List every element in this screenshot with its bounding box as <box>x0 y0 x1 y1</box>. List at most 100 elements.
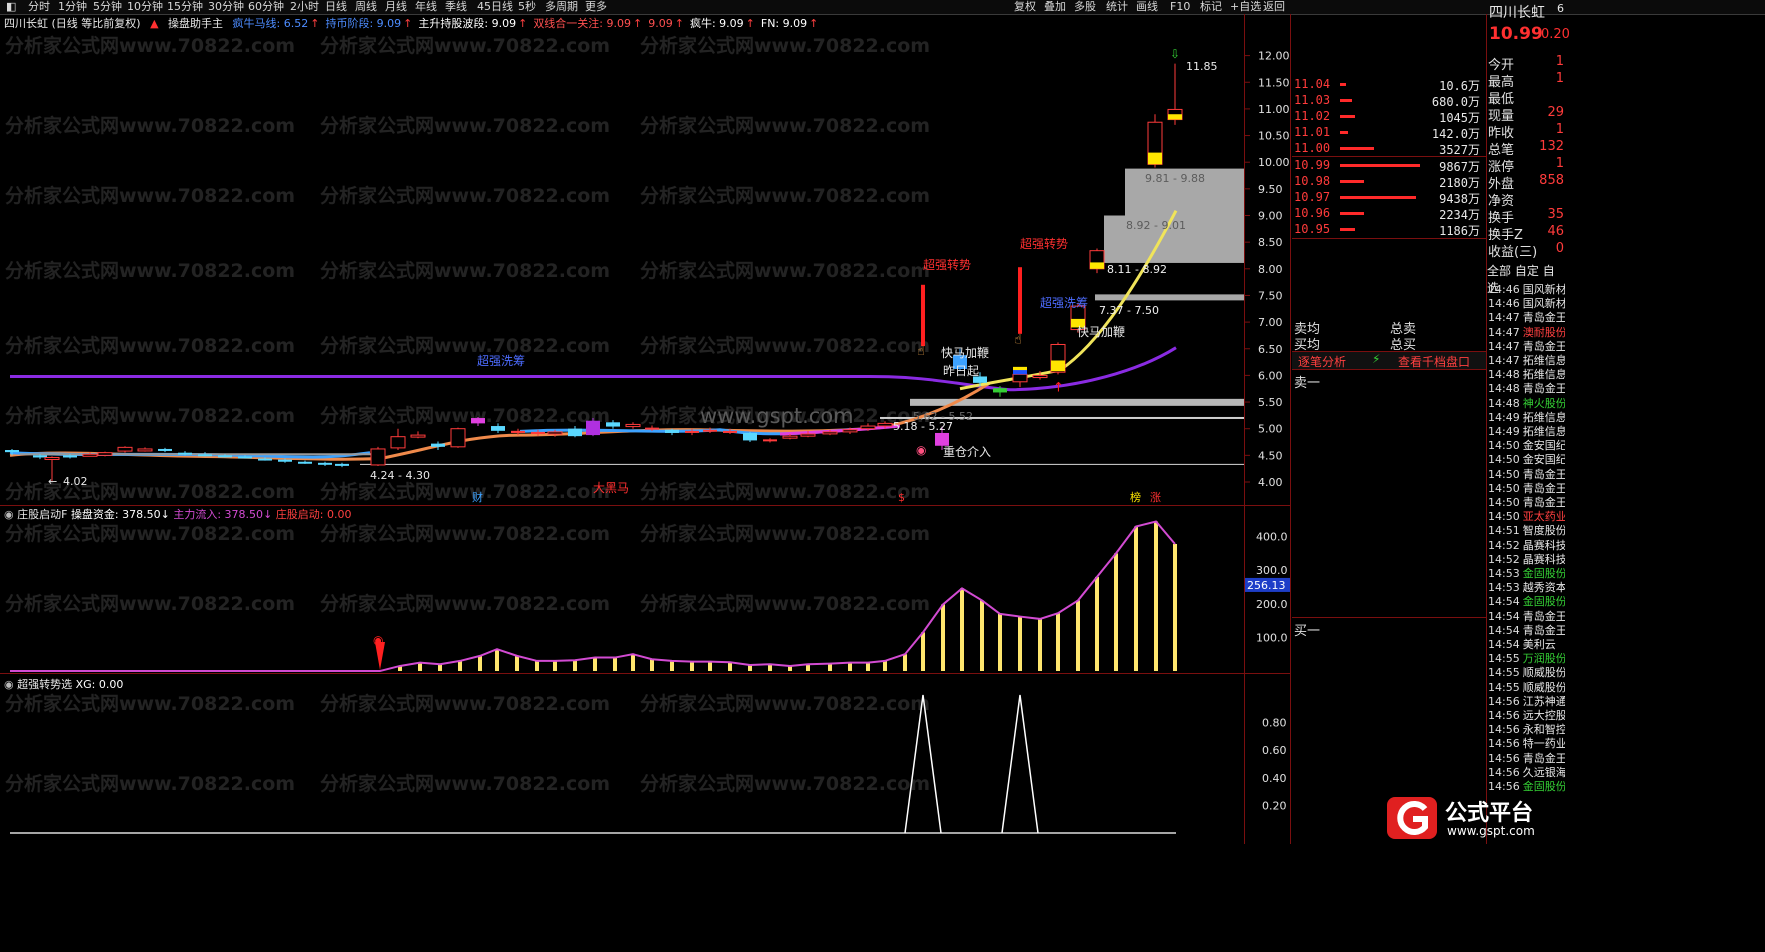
candlestick-chart[interactable]: 分析家公式网www.70822.com 分析家公式网www.70822.com 分析… <box>0 30 1290 505</box>
tape-row[interactable]: 14:56 永和智控 <box>1488 723 1565 737</box>
tape-row[interactable]: 14:56 青岛金王 <box>1488 752 1565 766</box>
tape-row[interactable]: 14:56 金固股份 <box>1488 780 1565 794</box>
tape-row[interactable]: 14:56 远大控股 <box>1488 709 1565 723</box>
candle[interactable] <box>370 446 386 467</box>
tape-row[interactable]: 14:49 拓维信息 <box>1488 425 1565 439</box>
tape-row[interactable]: 14:47 澳耐股份 <box>1488 326 1565 340</box>
period-6[interactable]: 60分钟 <box>248 0 284 14</box>
toolbar-btn-8[interactable]: 返回 <box>1263 0 1285 14</box>
fund-bar <box>438 664 442 671</box>
level-price: 11.03 <box>1294 93 1331 107</box>
tape-row[interactable]: 14:52 晶赛科技 <box>1488 539 1565 553</box>
tape-row[interactable]: 14:47 青岛金王 <box>1488 340 1565 354</box>
watermark-text: 分析家公式网www.70822.com <box>640 692 930 715</box>
buy-level[interactable]: 10.97 9438万 <box>1294 190 1484 206</box>
buy-level[interactable]: 10.96 2234万 <box>1294 206 1484 222</box>
tape-row[interactable]: 14:50 金安国纪 <box>1488 439 1565 453</box>
sell-level[interactable]: 11.02 1045万 <box>1294 109 1484 125</box>
toolbar-btn-6[interactable]: 标记 <box>1200 0 1222 14</box>
period-0[interactable]: 分时 <box>28 0 50 14</box>
period-3[interactable]: 10分钟 <box>127 0 163 14</box>
tape-row[interactable]: 14:48 拓维信息 <box>1488 368 1565 382</box>
watermark-text: 分析家公式网www.70822.com <box>640 592 930 615</box>
toolbar-btn-1[interactable]: 叠加 <box>1044 0 1066 14</box>
fund-histogram-chart[interactable]: 分析家公式网www.70822.com 分析家公式网www.70822.com 分析… <box>0 520 1290 673</box>
period-1[interactable]: 1分钟 <box>58 0 87 14</box>
buy-level[interactable]: 10.98 2180万 <box>1294 174 1484 190</box>
tape-row[interactable]: 14:52 晶赛科技 <box>1488 553 1565 567</box>
tape-row[interactable]: 14:50 青岛金王 <box>1488 482 1565 496</box>
heavy-entry-label: 重仓介入 <box>943 445 991 459</box>
tape-row[interactable]: 14:46 国风新材 <box>1488 283 1565 297</box>
tape-row[interactable]: 14:54 青岛金王 <box>1488 610 1565 624</box>
tape-row[interactable]: 14:46 国风新材 <box>1488 297 1565 311</box>
tape-row[interactable]: 14:50 青岛金王 <box>1488 496 1565 510</box>
toolbar-btn-7[interactable]: +自选 <box>1230 0 1261 14</box>
price-axis-label: 4.00 <box>1258 476 1283 489</box>
toolbar-btn-2[interactable]: 多股 <box>1074 0 1096 14</box>
buy-level[interactable]: 10.99 9867万 <box>1294 158 1484 174</box>
dark-horse-label: 大黑马 <box>593 481 629 495</box>
toolbar-btn-0[interactable]: 复权 <box>1014 0 1036 14</box>
signal-line-chart[interactable]: 分析家公式网www.70822.com 分析家公式网www.70822.com 分析… <box>0 690 1290 845</box>
period-16[interactable]: 更多 <box>585 0 607 14</box>
tape-row[interactable]: 14:51 智度股份 <box>1488 524 1565 538</box>
watermark-text: 分析家公式网www.70822.com <box>320 114 610 137</box>
candle[interactable] <box>450 427 466 448</box>
tape-row[interactable]: 14:54 金固股份 <box>1488 595 1565 609</box>
period-13[interactable]: 45日线 <box>477 0 513 14</box>
tape-row[interactable]: 14:50 亚太药业 <box>1488 510 1565 524</box>
period-8[interactable]: 日线 <box>325 0 347 14</box>
period-12[interactable]: 季线 <box>445 0 467 14</box>
toolbar-btn-5[interactable]: F10 <box>1170 0 1190 14</box>
tape-row[interactable]: 14:56 久远银海 <box>1488 766 1565 780</box>
tape-row[interactable]: 14:56 江苏神通 <box>1488 695 1565 709</box>
watermark-text: 分析家公式网www.70822.com <box>640 772 930 795</box>
period-9[interactable]: 周线 <box>355 0 377 14</box>
tape-row[interactable]: 14:54 美利云 <box>1488 638 1565 652</box>
tape-row[interactable]: 14:53 金固股份 <box>1488 567 1565 581</box>
resistance-zone <box>1095 294 1245 301</box>
tape-row[interactable]: 14:54 青岛金王 <box>1488 624 1565 638</box>
buy-level[interactable]: 10.95 1186万 <box>1294 222 1484 238</box>
tape-row[interactable]: 14:48 神火股份 <box>1488 397 1565 411</box>
tape-row[interactable]: 14:55 万润股份 <box>1488 652 1565 666</box>
view-levels-button[interactable]: 查看千档盘口 <box>1398 353 1470 370</box>
tab-all[interactable]: 全部 <box>1487 264 1511 278</box>
tape-row[interactable]: 14:47 青岛金王 <box>1488 311 1565 325</box>
tick-analysis-button[interactable]: 逐笔分析 <box>1298 353 1346 370</box>
toolbar-btn-3[interactable]: 统计 <box>1106 0 1128 14</box>
indicator-name[interactable]: 操盘助手主 <box>168 17 223 30</box>
sell-level[interactable]: 11.00 3527万 <box>1294 141 1484 157</box>
tape-row[interactable]: 14:55 顺威股份 <box>1488 681 1565 695</box>
candle[interactable] <box>586 418 600 437</box>
tape-time: 14:47 <box>1488 339 1520 353</box>
sell-level[interactable]: 11.04 10.6万 <box>1294 77 1484 93</box>
period-4[interactable]: 15分钟 <box>167 0 203 14</box>
sell-level[interactable]: 11.01 142.0万 <box>1294 125 1484 141</box>
panel-divider <box>0 673 1290 674</box>
period-14[interactable]: 5秒 <box>518 0 536 14</box>
tape-row[interactable]: 14:47 拓维信息 <box>1488 354 1565 368</box>
quote-value: 29 <box>1547 105 1564 120</box>
tab-custom[interactable]: 自定 <box>1515 264 1539 278</box>
period-15[interactable]: 多周期 <box>545 0 578 14</box>
window-icon[interactable]: ◧ <box>6 0 16 14</box>
period-11[interactable]: 年线 <box>415 0 437 14</box>
period-10[interactable]: 月线 <box>385 0 407 14</box>
period-2[interactable]: 5分钟 <box>93 0 122 14</box>
period-5[interactable]: 30分钟 <box>208 0 244 14</box>
period-7[interactable]: 2小时 <box>290 0 319 14</box>
price-axis-label: 7.00 <box>1258 316 1283 329</box>
logo-url: www.gspt.com <box>1447 824 1535 838</box>
tape-row[interactable]: 14:53 越秀资本 <box>1488 581 1565 595</box>
tape-row[interactable]: 14:49 拓维信息 <box>1488 411 1565 425</box>
tape-row[interactable]: 14:50 金安国纪 <box>1488 453 1565 467</box>
sell-level[interactable]: 11.03 680.0万 <box>1294 93 1484 109</box>
candle[interactable] <box>97 451 113 457</box>
tape-row[interactable]: 14:50 青岛金王 <box>1488 468 1565 482</box>
tape-row[interactable]: 14:55 顺威股份 <box>1488 666 1565 680</box>
tape-row[interactable]: 14:48 青岛金王 <box>1488 382 1565 396</box>
toolbar-btn-4[interactable]: 画线 <box>1136 0 1158 14</box>
tape-row[interactable]: 14:56 特一药业 <box>1488 737 1565 751</box>
